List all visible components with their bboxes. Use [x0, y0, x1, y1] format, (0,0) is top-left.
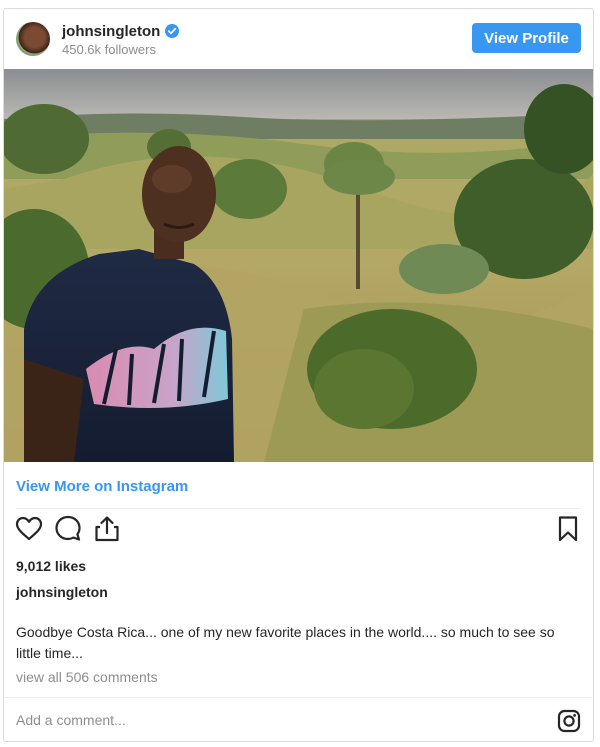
bookmark-icon[interactable]: [553, 514, 583, 544]
view-profile-button[interactable]: View Profile: [472, 23, 581, 53]
post-caption: Goodbye Costa Rica... one of my new favo…: [16, 624, 555, 661]
divider: [16, 508, 581, 509]
caption-username[interactable]: johnsingleton: [16, 584, 108, 600]
share-icon[interactable]: [92, 514, 122, 544]
verified-badge-icon: [165, 24, 179, 38]
follower-count: 450.6k followers: [62, 42, 156, 57]
username[interactable]: johnsingleton: [62, 23, 160, 40]
comment-icon[interactable]: [53, 514, 83, 544]
heart-icon[interactable]: [14, 514, 44, 544]
divider: [4, 697, 593, 698]
like-count[interactable]: 9,012 likes: [16, 558, 86, 574]
add-comment-input[interactable]: [16, 708, 516, 732]
action-bar: [4, 514, 593, 554]
instagram-icon[interactable]: [557, 709, 581, 733]
avatar[interactable]: [16, 22, 50, 56]
view-all-comments-link[interactable]: view all 506 comments: [16, 669, 158, 685]
instagram-embed-card: johnsingleton 450.6k followers View Prof…: [3, 8, 594, 742]
post-header: johnsingleton 450.6k followers View Prof…: [4, 9, 593, 69]
post-photo[interactable]: [4, 69, 593, 462]
view-more-on-instagram-link[interactable]: View More on Instagram: [16, 478, 188, 495]
